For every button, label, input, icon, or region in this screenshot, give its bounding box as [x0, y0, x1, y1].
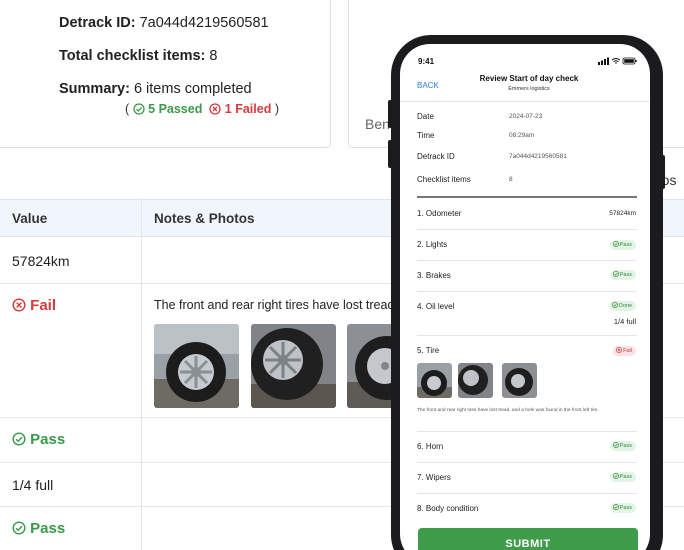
item-body-condition[interactable]: 8. Body condition — [417, 504, 478, 513]
notes-column-header: Notes & Photos — [154, 211, 255, 226]
header-divider — [400, 101, 650, 102]
total-items-line: Total checklist items: 8 — [59, 48, 218, 64]
paren-close: ) — [274, 102, 279, 116]
row-value: 1/4 full — [12, 477, 54, 493]
badge-label: Pass — [619, 474, 632, 480]
badge-label: Pass — [619, 272, 632, 278]
total-items-value: 8 — [209, 48, 218, 64]
screen-title: Review Start of day check — [479, 74, 579, 83]
pass-label: Pass — [30, 520, 66, 537]
tire-note-mobile: The front and rear right tires have lost… — [417, 408, 599, 413]
section-divider — [417, 196, 637, 198]
summary-label: Summary: — [59, 81, 130, 97]
tire-photo-2[interactable] — [251, 324, 336, 408]
meta-time-value: 08:29am — [509, 132, 535, 139]
meta-time-label: Time — [417, 131, 435, 140]
pass-badge: Pass — [609, 441, 636, 451]
x-circle-icon — [616, 347, 623, 353]
driver-name-partial: Ben — [365, 116, 390, 132]
row-value-fail: Fail — [12, 297, 56, 314]
item-divider — [417, 229, 637, 230]
meta-items-value: 8 — [509, 176, 513, 183]
item-divider — [417, 462, 637, 463]
detrack-id-label: Detrack ID: — [59, 15, 136, 31]
checklist-summary-card: Detrack ID: 7a044d4219560581 Total check… — [0, 0, 331, 148]
item-odometer[interactable]: 1. Odometer — [417, 209, 461, 218]
screen-subtitle: Emmers logistics — [508, 86, 550, 92]
badge-label: Done — [618, 303, 632, 309]
badge-label: Pass — [619, 242, 632, 248]
meta-date-value: 2024-07-23 — [509, 113, 543, 120]
pass-badge: Pass — [609, 503, 636, 513]
item-odometer-value: 57824km — [609, 210, 636, 217]
badge-label: Pass — [619, 505, 632, 511]
tire-photo-1[interactable] — [154, 324, 239, 408]
fail-badge: Fail — [613, 346, 636, 356]
check-circle-icon — [612, 241, 619, 247]
x-circle-icon — [12, 298, 26, 312]
fail-label: Fail — [30, 297, 57, 314]
item-oil-level-value: 1/4 full — [613, 317, 636, 326]
done-badge: Done — [608, 301, 636, 311]
detrack-id-value: 7a044d4219560581 — [139, 15, 269, 31]
check-circle-icon — [612, 473, 619, 479]
check-circle-icon — [133, 103, 145, 115]
total-items-label: Total checklist items: — [59, 48, 206, 64]
check-circle-icon — [612, 271, 619, 277]
check-circle-icon — [12, 521, 26, 535]
item-lights[interactable]: 2. Lights — [417, 240, 447, 249]
submit-button[interactable]: SUBMIT — [418, 528, 638, 550]
item-divider — [417, 260, 637, 261]
paren-open: ( — [125, 102, 130, 116]
failed-count: 1 Failed — [224, 102, 272, 116]
check-circle-icon — [612, 442, 619, 448]
pass-badge: Pass — [609, 472, 636, 482]
status-time: 9:41 — [418, 57, 435, 66]
x-circle-icon — [209, 103, 221, 115]
item-wipers[interactable]: 7. Wipers — [417, 473, 451, 482]
item-oil-level[interactable]: 4. Oil level — [417, 302, 454, 311]
tire-note: The front and rear right tires have lost… — [154, 298, 398, 312]
pass-badge: Pass — [609, 270, 636, 280]
value-column-header: Value — [12, 211, 48, 226]
passed-count: 5 Passed — [148, 102, 203, 116]
meta-detrack-value: 7a044d4219560581 — [509, 153, 567, 160]
status-icons — [598, 57, 637, 65]
tire-thumbnail-1[interactable] — [417, 363, 452, 398]
meta-items-label: Checklist items — [417, 175, 471, 184]
tire-thumbnail-2[interactable] — [458, 363, 493, 398]
phone-screen: 9:41 BACK Review Start of day check Emme… — [400, 44, 650, 550]
pass-badge: Pass — [609, 240, 636, 250]
row-value: 57824km — [12, 253, 70, 269]
item-divider — [417, 335, 637, 336]
check-circle-icon — [12, 432, 26, 446]
item-divider — [417, 431, 637, 432]
item-divider — [417, 291, 637, 292]
summary-value: 6 items completed — [133, 81, 252, 97]
check-circle-icon — [612, 504, 619, 510]
pass-label: Pass — [30, 431, 66, 448]
item-tire[interactable]: 5. Tire — [417, 346, 439, 355]
tire-thumbnail-3[interactable] — [502, 363, 537, 398]
item-brakes[interactable]: 3. Brakes — [417, 271, 451, 280]
detrack-id-line: Detrack ID: 7a044d4219560581 — [59, 15, 269, 31]
meta-detrack-label: Detrack ID — [417, 152, 455, 161]
pass-fail-counts: ( 5 Passed 1 Failed ) — [125, 102, 279, 116]
item-divider — [417, 493, 637, 494]
badge-label: Fail — [623, 348, 632, 354]
item-horn[interactable]: 6. Horn — [417, 442, 443, 451]
badge-label: Pass — [619, 443, 632, 449]
row-value-pass: Pass — [12, 520, 65, 537]
check-circle-icon — [611, 302, 618, 308]
summary-line: Summary: 6 items completed — [59, 81, 252, 97]
meta-date-label: Date — [417, 112, 434, 121]
row-value-pass: Pass — [12, 431, 65, 448]
